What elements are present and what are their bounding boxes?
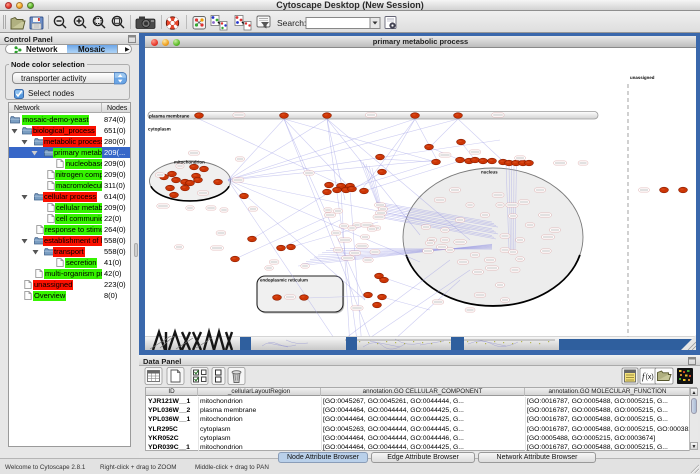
svg-text:(x): (x) bbox=[646, 374, 654, 381]
svg-text:Search:: Search: bbox=[277, 18, 306, 28]
